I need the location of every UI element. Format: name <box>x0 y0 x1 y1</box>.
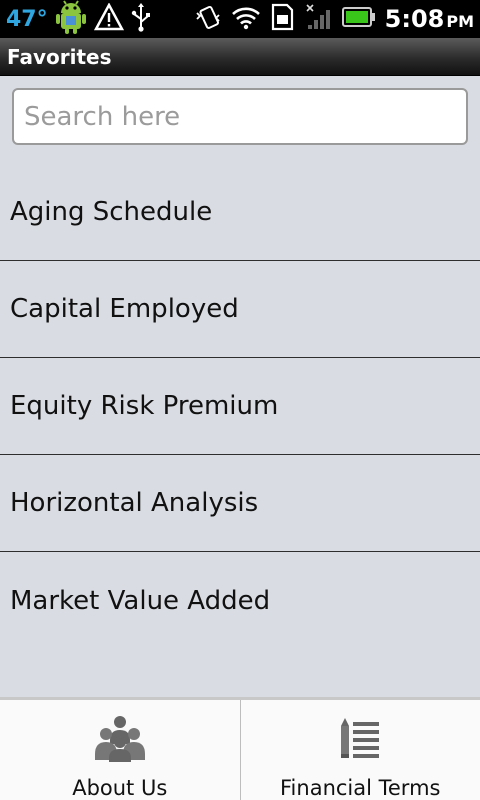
clock-ampm: PM <box>446 12 474 31</box>
list-item[interactable]: Capital Employed <box>0 261 480 358</box>
signal-icon <box>305 3 333 35</box>
bottom-nav: About Us Financial Terms <box>0 697 480 800</box>
about-us-button[interactable]: About Us <box>0 700 240 800</box>
people-icon <box>92 714 148 768</box>
list-item-label: Horizontal Analysis <box>10 488 259 518</box>
list-item-label: Market Value Added <box>10 585 271 616</box>
status-left: 47° <box>6 0 152 39</box>
wifi-icon <box>231 4 261 34</box>
list-pencil-icon <box>335 714 385 768</box>
temperature-text: 47° <box>6 6 48 32</box>
page-title: Favorites <box>7 44 112 69</box>
list-item[interactable]: Market Value Added <box>0 552 480 649</box>
usb-icon <box>130 2 152 36</box>
list-item-label: Capital Employed <box>10 294 239 324</box>
list-item-label: Aging Schedule <box>10 197 213 227</box>
status-right: 5:08 PM <box>194 3 474 35</box>
list-item-label: Equity Risk Premium <box>10 391 279 421</box>
about-us-label: About Us <box>72 776 168 800</box>
sim-icon <box>270 3 296 35</box>
status-bar: 47° 5:08 PM <box>0 0 480 38</box>
search-input[interactable] <box>12 88 468 145</box>
list-item[interactable]: Equity Risk Premium <box>0 358 480 455</box>
title-bar: Favorites <box>0 38 480 76</box>
list-item[interactable]: Horizontal Analysis <box>0 455 480 552</box>
list-item[interactable]: Aging Schedule <box>0 164 480 261</box>
warning-icon <box>93 2 124 35</box>
financial-terms-label: Financial Terms <box>280 776 441 800</box>
clock-time: 5:08 <box>384 5 445 33</box>
favorites-list: Aging Schedule Capital Employed Equity R… <box>0 164 480 649</box>
battery-icon <box>341 6 376 32</box>
android-icon <box>54 0 88 39</box>
vibrate-icon <box>194 3 222 35</box>
clock: 5:08 PM <box>385 5 474 33</box>
search-container <box>12 88 468 145</box>
financial-terms-button[interactable]: Financial Terms <box>239 700 480 800</box>
